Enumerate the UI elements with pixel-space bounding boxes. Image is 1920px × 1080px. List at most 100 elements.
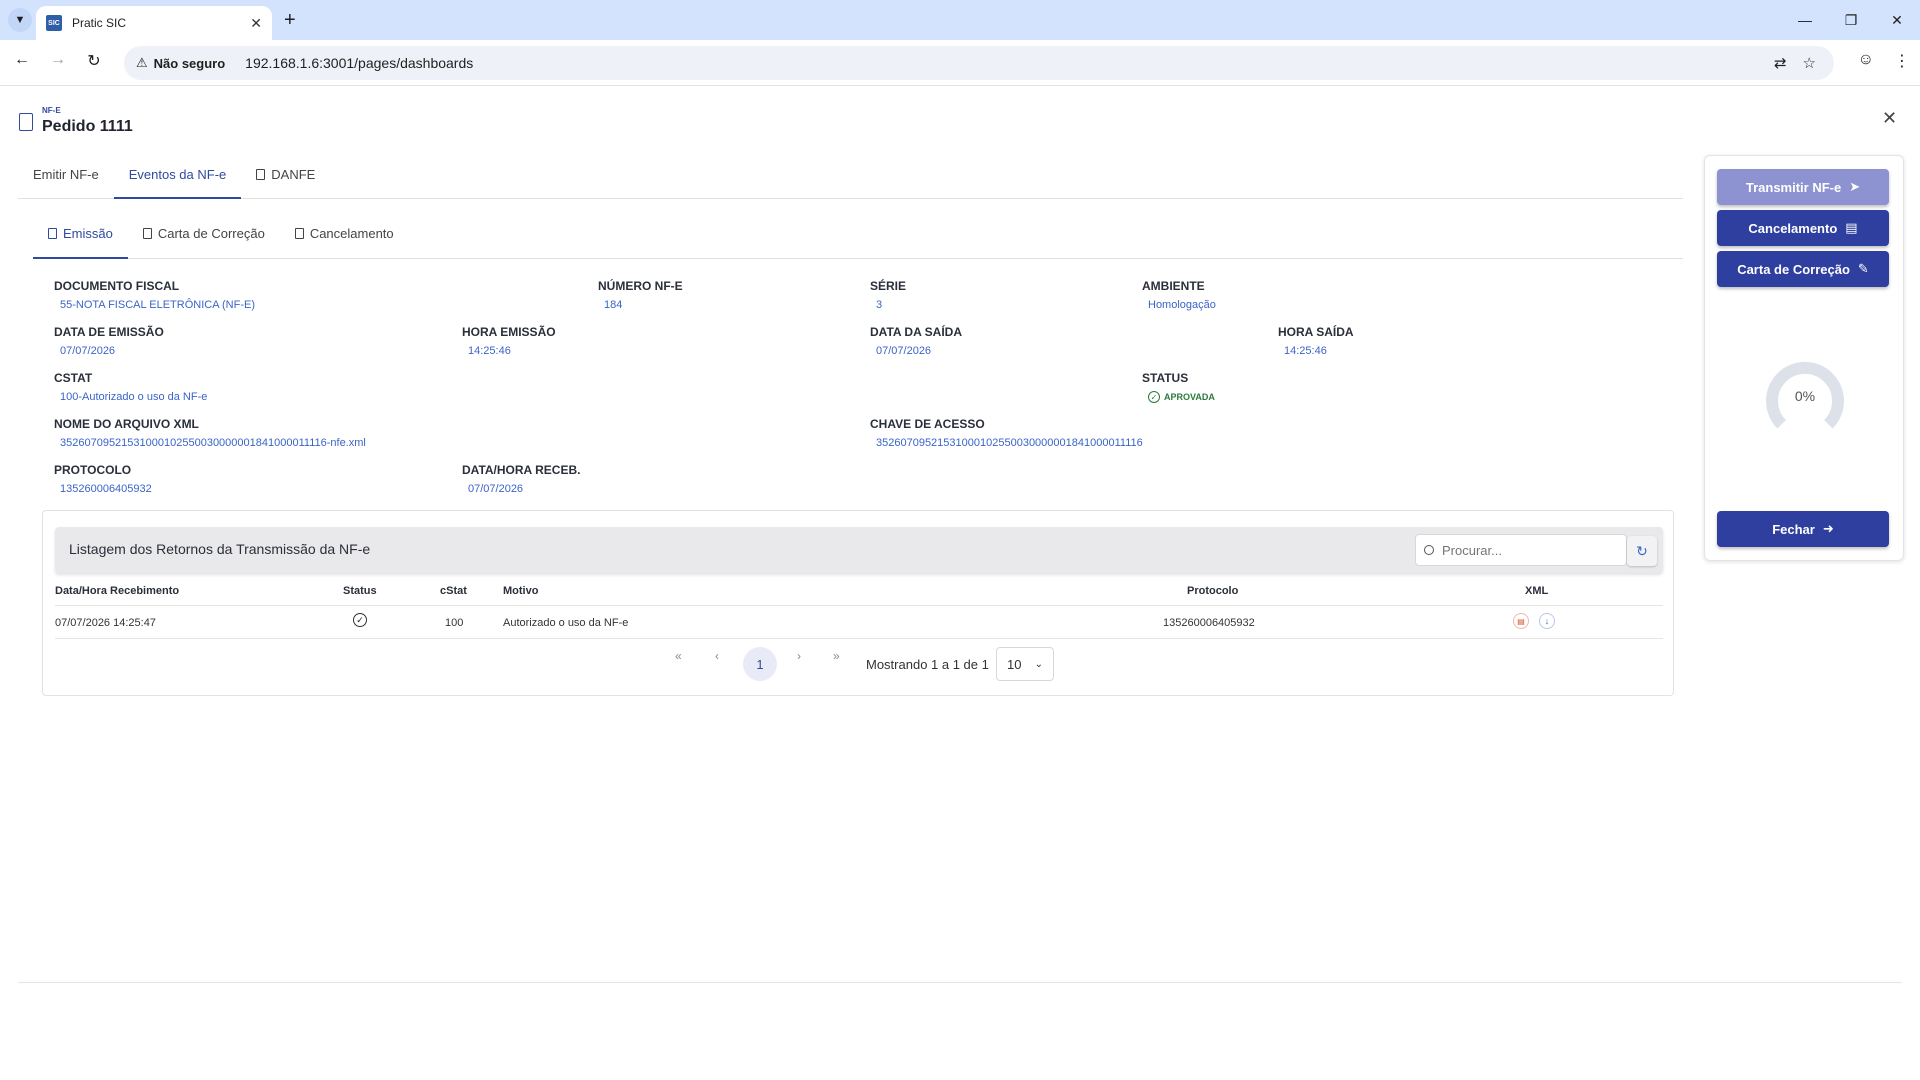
field-label: CSTAT [54,371,93,385]
app-content: NF-E Pedido 1111 ✕ Emitir NF-e Eventos d… [0,86,1920,1080]
cancel-nfe-button[interactable]: Cancelamento ▤ [1717,210,1889,246]
field-value: 135260006405932 [60,483,152,495]
forward-icon[interactable]: → [46,51,70,69]
window-close-icon[interactable]: ✕ [1874,0,1920,40]
sub-tabs: Emissão Carta de Correção Cancelamento [33,223,1683,259]
main-tabs: Emitir NF-e Eventos da NF-e DANFE [18,164,1683,199]
back-icon[interactable]: ← [10,51,34,69]
field-label: DATA DE EMISSÃO [54,325,164,339]
tab-search-button[interactable]: ▼ [8,8,32,32]
pdf-file-icon[interactable]: ▤ [1513,613,1529,629]
field-nome-arquivo-xml: NOME DO ARQUIVO XML 35260709521531000102… [54,417,366,449]
transmit-nfe-button[interactable]: Transmitir NF-e ➤ [1717,169,1889,205]
file-edit-icon: ✎ [1857,261,1869,276]
tab-label: Emissão [63,226,113,241]
status-value: APROVADA [1164,392,1215,402]
warning-icon[interactable]: ⚠ [136,55,148,71]
per-page-select[interactable]: 10 ⌄ [996,647,1054,681]
browser-tab[interactable]: SIC Pratic SIC ✕ [36,6,272,40]
button-label: Cancelamento [1748,220,1838,236]
tab-close-icon[interactable]: ✕ [250,15,262,32]
restore-icon[interactable]: ❐ [1828,0,1874,40]
close-icon[interactable]: ✕ [1882,108,1897,129]
close-button[interactable]: Fechar ➜ [1717,511,1889,547]
reload-icon[interactable]: ↻ [82,51,106,71]
button-label: Carta de Correção [1737,261,1850,277]
col-data-hora[interactable]: Data/Hora Recebimento [55,585,179,597]
window-controls: — ❐ ✕ [1782,0,1920,40]
field-value: 07/07/2026 [60,345,116,357]
col-cstat[interactable]: cStat [440,585,467,597]
field-label: DATA/HORA RECEB. [462,463,581,477]
field-label: DATA DA SAÍDA [870,325,962,339]
cell-cstat: 100 [445,617,464,629]
field-data-saida: DATA DA SAÍDA 07/07/2026 [870,325,962,357]
tab-carta-correcao[interactable]: Carta de Correção [128,223,280,259]
bookmark-star-icon[interactable]: ☆ [1803,54,1816,72]
file-icon: ▤ [1845,220,1858,235]
menu-kebab-icon[interactable]: ⋮ [1894,51,1910,71]
row-divider [55,638,1663,639]
field-value: 07/07/2026 [468,483,524,495]
tab-emissao[interactable]: Emissão [33,223,128,259]
address-bar[interactable]: ⚠ Não seguro 192.168.1.6:3001/pages/dash… [124,46,1834,80]
col-protocolo[interactable]: Protocolo [1187,585,1238,597]
listing-header: Listagem dos Retornos da Transmissão da … [55,527,1663,573]
tab-cancelamento[interactable]: Cancelamento [280,223,409,259]
file-x-icon [294,228,304,239]
field-status: STATUS ✓ APROVADA [1142,371,1215,403]
field-label: STATUS [1142,371,1189,385]
field-label: CHAVE DE ACESSO [870,417,985,431]
field-ambiente: AMBIENTE Homologação [1142,279,1216,311]
favicon-icon: SIC [46,15,62,31]
field-value: 07/07/2026 [876,345,932,357]
download-icon[interactable]: ↓ [1539,613,1555,629]
profile-icon[interactable]: ☺ [1858,51,1874,71]
prev-page-icon[interactable]: ‹ [715,649,719,663]
first-page-icon[interactable]: « [675,649,682,663]
field-chave-acesso: CHAVE DE ACESSO 352607095215310001025500… [870,417,1143,449]
field-cstat: CSTAT 100-Autorizado o uso da NF-e [54,371,207,403]
progress-percent: 0% [1794,388,1816,404]
field-label: AMBIENTE [1142,279,1205,293]
minimize-icon[interactable]: — [1782,0,1828,40]
security-chip[interactable]: Não seguro [154,56,236,71]
tab-label: Eventos da NF-e [128,167,227,182]
logout-icon: ➜ [1822,521,1834,536]
actions-panel: Transmitir NF-e ➤ Cancelamento ▤ Carta d… [1704,155,1904,561]
field-data-hora-receb: DATA/HORA RECEB. 07/07/2026 [462,463,580,495]
last-page-icon[interactable]: » [833,649,840,663]
col-status[interactable]: Status [343,585,377,597]
field-value: 3526070952153100010255003000000184100001… [60,437,366,449]
field-value: 55-NOTA FISCAL ELETRÔNICA (NF-E) [60,299,255,311]
tab-emitir-nfe[interactable]: Emitir NF-e [18,164,114,199]
tab-danfe[interactable]: DANFE [241,164,330,199]
refresh-button[interactable]: ↻ [1627,536,1657,566]
field-label: HORA SAÍDA [1278,325,1354,339]
footer-divider [18,982,1902,983]
document-icon [19,113,33,131]
col-motivo[interactable]: Motivo [503,585,538,597]
search-input[interactable] [1442,542,1612,558]
per-page-value: 10 [1007,656,1022,672]
url-text[interactable]: 192.168.1.6:3001/pages/dashboards [245,55,473,71]
field-label: NOME DO ARQUIVO XML [54,417,199,431]
field-documento-fiscal: DOCUMENTO FISCAL 55-NOTA FISCAL ELETRÔNI… [54,279,255,311]
next-page-icon[interactable]: › [797,649,801,663]
field-label: NÚMERO NF-E [598,279,683,293]
check-circle-icon: ✓ [353,613,367,627]
search-icon [1424,545,1434,555]
button-label: Fechar [1772,521,1815,537]
listing-title: Listagem dos Retornos da Transmissão da … [69,541,371,557]
col-xml[interactable]: XML [1525,585,1548,597]
translate-icon[interactable]: ⇄ [1774,54,1787,72]
field-label: HORA EMISSÃO [462,325,556,339]
page-number-button[interactable]: 1 [743,647,777,681]
new-tab-button[interactable]: + [284,8,296,32]
field-serie: SÉRIE 3 [870,279,906,311]
correction-letter-button[interactable]: Carta de Correção ✎ [1717,251,1889,287]
file-edit-icon [142,228,152,239]
tab-eventos-nfe[interactable]: Eventos da NF-e [113,164,242,199]
search-box[interactable] [1415,534,1627,566]
returns-listing-card: Listagem dos Retornos da Transmissão da … [42,510,1674,696]
